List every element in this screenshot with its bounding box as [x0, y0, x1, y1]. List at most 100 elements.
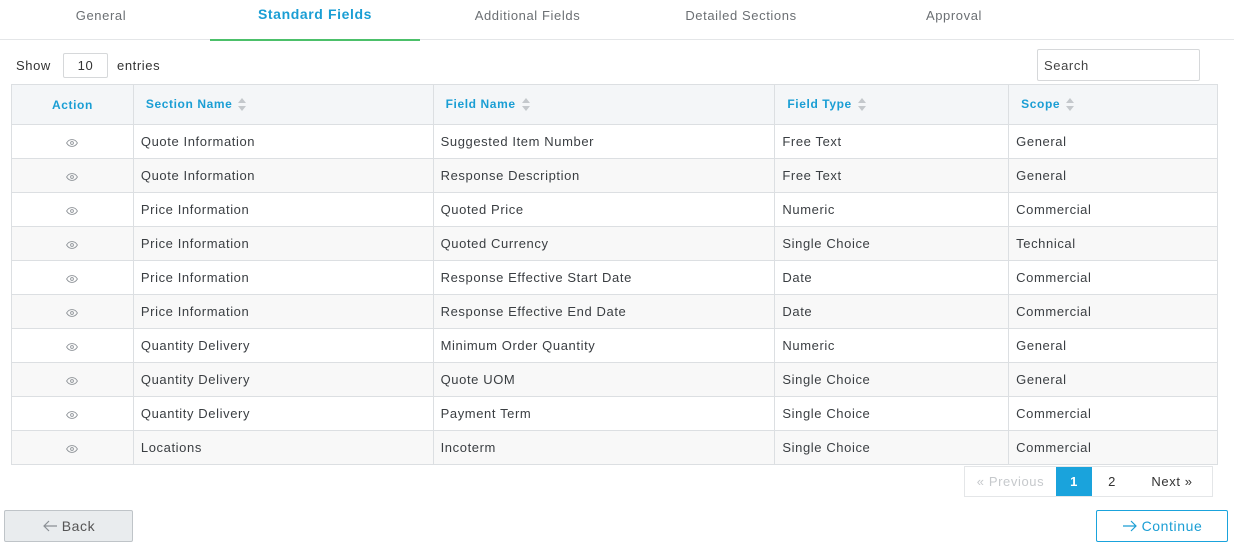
action-cell — [11, 124, 134, 159]
back-label: Back — [61, 518, 96, 534]
back-button[interactable]: Back — [4, 510, 133, 542]
scope-cell: Commercial — [1008, 430, 1218, 465]
table-row: Quantity Delivery Payment Term Single Choi… — [11, 396, 1218, 431]
section-name-cell: Price Information — [132, 294, 434, 329]
field-type-cell: Single Choice — [774, 226, 1010, 261]
action-cell — [11, 260, 134, 295]
action-cell — [11, 362, 134, 397]
entries-label: entries — [117, 58, 161, 73]
section-name-cell: Quote Information — [132, 158, 434, 193]
field-name-cell: Quoted Price — [432, 192, 776, 227]
field-type-cell: Single Choice — [774, 362, 1010, 397]
tab-detailed-sections[interactable]: Detailed Sections — [635, 0, 847, 40]
section-name-cell: Price Information — [132, 192, 434, 227]
eye-icon[interactable] — [66, 441, 79, 456]
field-name-cell: Quote UOM — [432, 362, 776, 397]
sort-icon — [238, 97, 247, 112]
continue-label: Continue — [1141, 518, 1203, 534]
pagination: « Previous 1 2 Next » — [964, 466, 1213, 497]
eye-icon[interactable] — [66, 237, 79, 252]
field-name-cell: Minimum Order Quantity — [432, 328, 776, 363]
scope-cell: Technical — [1008, 226, 1218, 261]
field-name-cell: Quoted Currency — [432, 226, 776, 261]
table-row: Locations Incoterm Single Choice Commercial — [11, 430, 1218, 465]
field-name-cell: Suggested Item Number — [432, 124, 776, 159]
eye-icon[interactable] — [66, 271, 79, 286]
action-cell — [11, 396, 134, 431]
header-section-name[interactable]: Section Name — [132, 84, 434, 125]
tab-approval[interactable]: Approval — [847, 0, 1061, 40]
section-name-cell: Quantity Delivery — [132, 362, 434, 397]
tab-additional-fields[interactable]: Additional Fields — [420, 0, 635, 40]
table-row: Price Information Quoted Price Numeric Comm… — [11, 192, 1218, 227]
scope-cell: Commercial — [1008, 192, 1218, 227]
arrow-left-icon — [42, 520, 57, 532]
search-input[interactable] — [1037, 49, 1200, 81]
action-cell — [11, 192, 134, 227]
action-cell — [11, 328, 134, 363]
eye-icon[interactable] — [66, 373, 79, 388]
scope-cell: Commercial — [1008, 396, 1218, 431]
header-scope-label: Scope — [1021, 97, 1061, 112]
table-row: Price Information Response Effective Star… — [11, 260, 1218, 295]
tab-general[interactable]: General — [0, 0, 202, 40]
field-name-cell: Response Effective End Date — [432, 294, 776, 329]
header-scope[interactable]: Scope — [1008, 84, 1218, 125]
action-cell — [11, 226, 134, 261]
action-cell — [11, 430, 134, 465]
header-field-name[interactable]: Field Name — [432, 84, 776, 125]
field-type-cell: Numeric — [774, 328, 1010, 363]
table-row: Price Information Response Effective End … — [11, 294, 1218, 329]
arrow-right-icon — [1122, 520, 1137, 532]
table-row: Quote Information Suggested Item Number Fr… — [11, 124, 1218, 159]
entries-length-select[interactable]: 10 — [63, 53, 108, 78]
page-2-button[interactable]: 2 — [1092, 467, 1132, 496]
table-row: Quantity Delivery Quote UOM Single Choice G… — [11, 362, 1218, 397]
action-cell — [11, 294, 134, 329]
scope-cell: General — [1008, 328, 1218, 363]
field-name-cell: Incoterm — [432, 430, 776, 465]
table-row: Price Information Quoted Currency Single C… — [11, 226, 1218, 261]
section-name-cell: Locations — [132, 430, 434, 465]
continue-button[interactable]: Continue — [1096, 510, 1228, 542]
scope-cell: Commercial — [1008, 260, 1218, 295]
field-type-cell: Single Choice — [774, 396, 1010, 431]
header-action-label: Action — [51, 97, 93, 112]
previous-page-button[interactable]: « Previous — [965, 467, 1056, 496]
section-name-cell: Quote Information — [132, 124, 434, 159]
scope-cell: General — [1008, 158, 1218, 193]
next-page-button[interactable]: Next » — [1132, 467, 1212, 496]
header-field-type[interactable]: Field Type — [774, 84, 1010, 125]
eye-icon[interactable] — [66, 203, 79, 218]
scope-cell: Commercial — [1008, 294, 1218, 329]
sort-icon — [1066, 97, 1075, 112]
section-name-cell: Price Information — [132, 226, 434, 261]
field-type-cell: Single Choice — [774, 430, 1010, 465]
header-field-label: Field Name — [445, 97, 516, 112]
field-name-cell: Response Description — [432, 158, 776, 193]
field-type-cell: Date — [774, 260, 1010, 295]
eye-icon[interactable] — [66, 407, 79, 422]
table-row: Quantity Delivery Minimum Order Quantity N… — [11, 328, 1218, 363]
field-name-cell: Payment Term — [432, 396, 776, 431]
eye-icon[interactable] — [66, 135, 79, 150]
scope-cell: General — [1008, 362, 1218, 397]
section-name-cell: Quantity Delivery — [132, 396, 434, 431]
sort-icon — [857, 97, 866, 112]
sort-icon — [521, 97, 530, 112]
eye-icon[interactable] — [66, 169, 79, 184]
field-type-cell: Numeric — [774, 192, 1010, 227]
eye-icon[interactable] — [66, 305, 79, 320]
section-name-cell: Quantity Delivery — [132, 328, 434, 363]
field-type-cell: Free Text — [774, 124, 1010, 159]
field-type-cell: Date — [774, 294, 1010, 329]
eye-icon[interactable] — [66, 339, 79, 354]
table-row: Quote Information Response Description Fre… — [11, 158, 1218, 193]
field-name-cell: Response Effective Start Date — [432, 260, 776, 295]
page-1-button[interactable]: 1 — [1056, 467, 1092, 496]
action-cell — [11, 158, 134, 193]
scope-cell: General — [1008, 124, 1218, 159]
show-label: Show — [16, 58, 51, 73]
header-action: Action — [11, 84, 134, 125]
tab-standard-fields[interactable]: Standard Fields — [210, 0, 420, 41]
